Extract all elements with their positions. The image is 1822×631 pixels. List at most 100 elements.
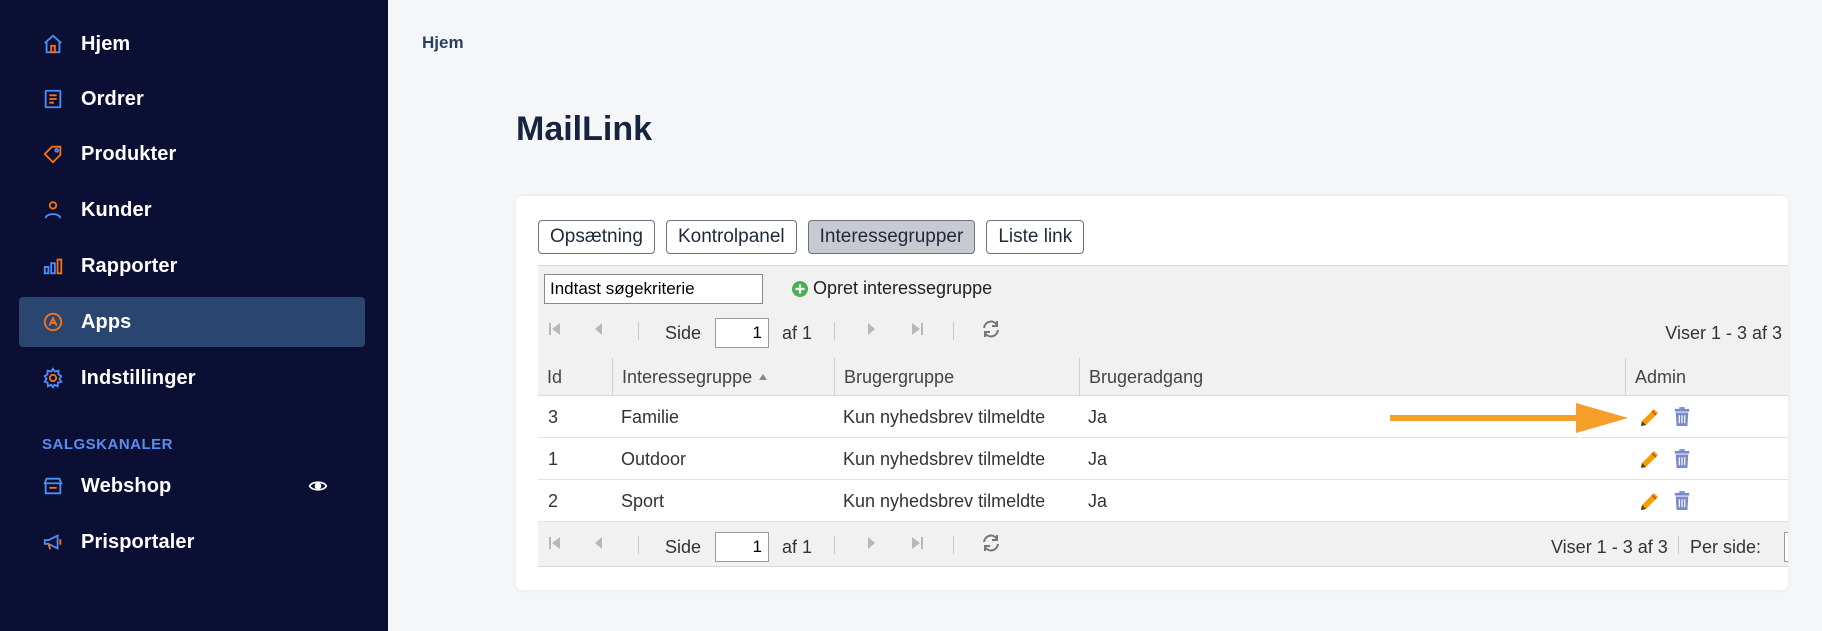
sidebar-item-hjem[interactable]: Hjem (19, 19, 365, 69)
pager-separator (638, 536, 639, 554)
megaphone-icon (41, 530, 65, 554)
tab-liste-link[interactable]: Liste link (986, 220, 1085, 254)
bottom-pager-bar: Side af 1 Viser 1 - 3 af 3 Per side: (538, 522, 1788, 567)
sidebar-item-label: Rapporter (81, 254, 178, 277)
pager-side-label: Side (665, 323, 702, 343)
sidebar-item-produkter[interactable]: Produkter (19, 129, 365, 179)
gear-icon (41, 366, 65, 390)
edit-pencil-icon[interactable] (1638, 438, 1662, 480)
first-page-icon[interactable] (544, 532, 566, 554)
home-icon (41, 32, 65, 56)
cell-brugergruppe: Kun nyhedsbrev tilmeldte (843, 448, 1046, 469)
last-page-icon[interactable] (906, 318, 928, 340)
sidebar-item-label: Indstillinger (81, 366, 196, 389)
column-header-interessegruppe[interactable]: Interessegruppe (612, 358, 834, 396)
refresh-icon[interactable] (980, 532, 1002, 554)
eye-icon[interactable] (308, 476, 328, 496)
annotation-arrow (1390, 403, 1628, 433)
top-pager: Side af 1 Viser 1 - 3 af 3 (538, 310, 1788, 350)
sidebar-item-ordrer[interactable]: Ordrer (19, 74, 365, 124)
grid-toolbar: Opret interessegruppe Side af 1 Viser 1 … (538, 266, 1788, 358)
cell-interessegruppe: Familie (621, 406, 680, 427)
sidebar-item-label: Kunder (81, 198, 152, 221)
edit-pencil-icon[interactable] (1638, 480, 1662, 522)
next-page-icon[interactable] (860, 318, 882, 340)
column-header-admin[interactable]: Admin (1625, 358, 1788, 396)
cell-interessegruppe: Sport (621, 490, 665, 511)
breadcrumb[interactable]: Hjem (422, 33, 464, 53)
section-label-salgskanaler: SALGSKANALER (42, 436, 174, 453)
pager-of-label: af 1 (782, 537, 813, 557)
prev-page-icon[interactable] (588, 532, 610, 554)
sidebar-item-prisportaler[interactable]: Prisportaler (19, 517, 365, 567)
last-page-icon[interactable] (906, 532, 928, 554)
column-header-brugergruppe[interactable]: Brugergruppe (834, 358, 1079, 396)
cell-interessegruppe: Outdoor (621, 448, 687, 469)
prev-page-icon[interactable] (588, 318, 610, 340)
pager-info: Viser 1 - 3 af 3 (1551, 537, 1668, 557)
cell-brugeradgang: Ja (1088, 448, 1108, 469)
sidebar-item-label: Ordrer (81, 87, 144, 110)
create-group-label: Opret interessegruppe (813, 278, 993, 298)
first-page-icon[interactable] (544, 318, 566, 340)
orders-icon (41, 87, 65, 111)
table-header: Id Interessegruppe Brugergruppe Brugerad… (538, 358, 1788, 396)
sidebar: Hjem Ordrer Produkter Kunder Rapporter A… (0, 0, 388, 631)
store-icon (41, 474, 65, 498)
tab-interessegrupper[interactable]: Interessegrupper (807, 220, 976, 254)
pager-info: Viser 1 - 3 af 3 (1665, 323, 1782, 343)
bottom-pager: Side af 1 Viser 1 - 3 af 3 Per side: (538, 524, 1788, 564)
tab-bar: Opsætning Kontrolpanel Interessegrupper … (538, 220, 1085, 254)
user-icon (41, 198, 65, 222)
page-number-input[interactable] (715, 318, 769, 348)
cell-id: 1 (548, 448, 559, 469)
pager-separator (834, 536, 835, 554)
apps-icon (41, 310, 65, 334)
per-page-select[interactable] (1784, 532, 1788, 562)
bar-chart-icon (41, 254, 65, 278)
column-header-label: Interessegruppe (622, 366, 753, 387)
table-row[interactable]: 2 Sport Kun nyhedsbrev tilmeldte Ja (538, 480, 1788, 522)
sidebar-item-kunder[interactable]: Kunder (19, 185, 365, 235)
sidebar-item-label: Produkter (81, 142, 177, 165)
tab-opsaetning[interactable]: Opsætning (538, 220, 655, 254)
page-title: MailLink (516, 110, 653, 148)
refresh-icon[interactable] (980, 318, 1002, 340)
sidebar-item-indstillinger[interactable]: Indstillinger (19, 353, 365, 403)
search-input[interactable] (544, 274, 763, 304)
pager-separator (1678, 536, 1679, 554)
delete-trash-icon[interactable] (1673, 438, 1691, 480)
sidebar-item-label: Hjem (81, 32, 131, 55)
cell-id: 3 (548, 406, 559, 427)
cell-brugeradgang: Ja (1088, 490, 1108, 511)
cell-brugeradgang: Ja (1088, 406, 1108, 427)
cell-id: 2 (548, 490, 559, 511)
sidebar-item-label: Prisportaler (81, 530, 195, 553)
table-row[interactable]: 1 Outdoor Kun nyhedsbrev tilmeldte Ja (538, 438, 1788, 480)
per-page-label: Per side: (1690, 537, 1762, 557)
column-header-id[interactable]: Id (538, 358, 612, 396)
delete-trash-icon[interactable] (1673, 396, 1691, 438)
cell-brugergruppe: Kun nyhedsbrev tilmeldte (843, 406, 1046, 427)
pager-side-label: Side (665, 537, 702, 557)
page-number-input[interactable] (715, 532, 769, 562)
edit-pencil-icon[interactable] (1638, 396, 1662, 438)
sidebar-item-rapporter[interactable]: Rapporter (19, 241, 365, 291)
pager-separator (834, 322, 835, 340)
delete-trash-icon[interactable] (1673, 480, 1691, 522)
tag-icon (41, 142, 65, 166)
next-page-icon[interactable] (860, 532, 882, 554)
pager-separator (953, 536, 954, 554)
content-card: Opsætning Kontrolpanel Interessegrupper … (516, 196, 1788, 590)
tab-kontrolpanel[interactable]: Kontrolpanel (665, 220, 797, 254)
sidebar-item-label: Apps (81, 310, 132, 333)
column-header-brugeradgang[interactable]: Brugeradgang (1079, 358, 1625, 396)
pager-separator (953, 322, 954, 340)
sidebar-item-apps[interactable]: Apps (19, 297, 365, 347)
pager-of-label: af 1 (782, 323, 813, 343)
sort-asc-icon (759, 374, 768, 380)
add-icon (792, 280, 808, 297)
create-group-link[interactable]: Opret interessegruppe (791, 278, 992, 299)
pager-separator (638, 322, 639, 340)
sidebar-item-webshop[interactable]: Webshop (19, 461, 365, 511)
